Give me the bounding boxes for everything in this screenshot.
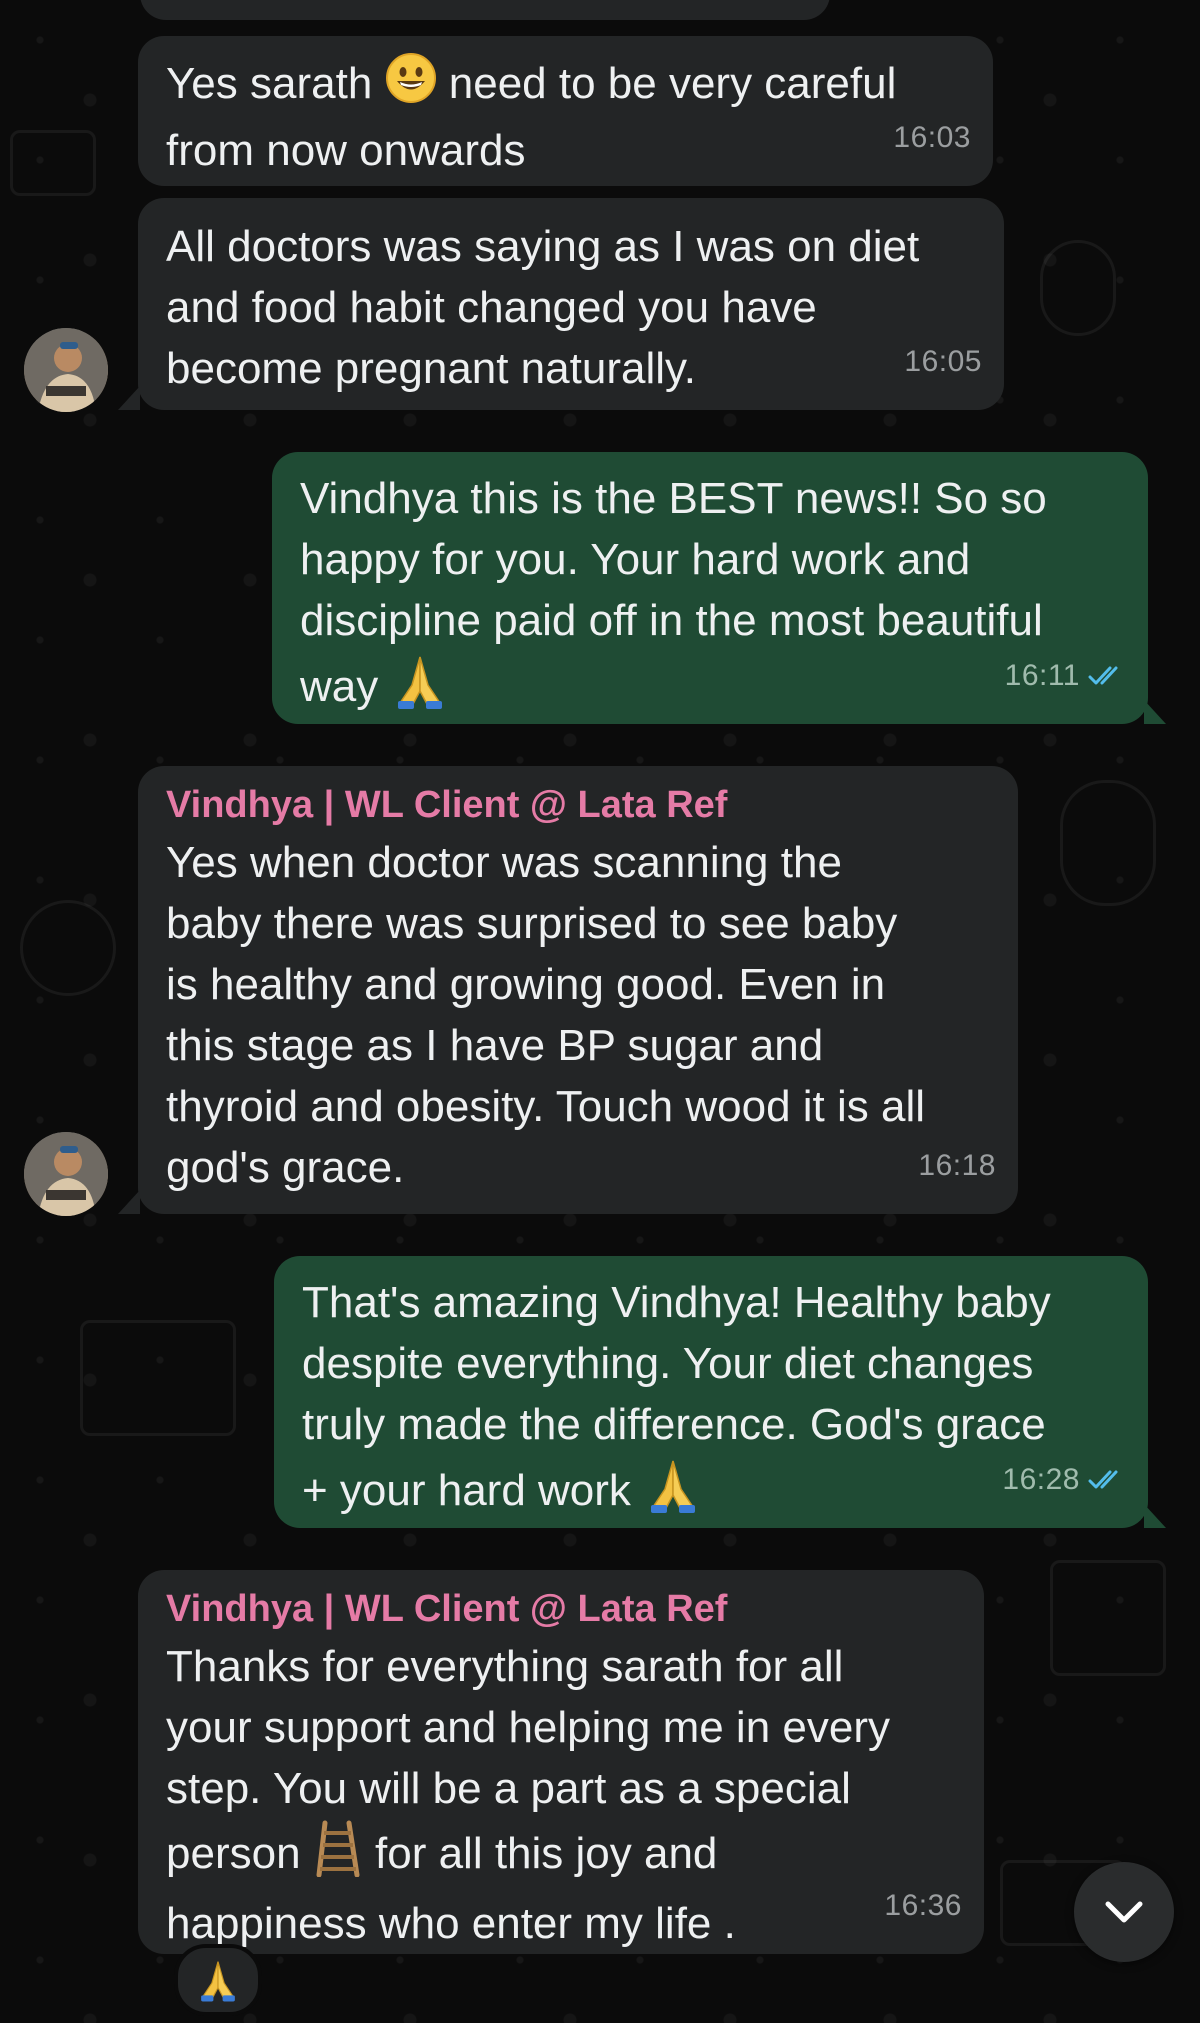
sender-name[interactable]: Vindhya | WL Client @ Lata Ref: [166, 778, 992, 832]
message-text: Yes when doctor was scanning the baby th…: [166, 838, 926, 1192]
message-timestamp: 16:28: [1002, 1449, 1126, 1510]
message-bubble-incoming[interactable]: Yes sarath need to be very careful from …: [138, 36, 993, 186]
message-text: All doctors was saying as I was on diet …: [166, 222, 920, 393]
message-timestamp: 16:05: [904, 345, 982, 378]
message-bubble-incoming[interactable]: Vindhya | WL Client @ Lata Ref Thanks fo…: [138, 1570, 984, 1954]
message-text: Thanks for everything sarath for all you…: [166, 1642, 890, 1948]
message-bubble-incoming[interactable]: All doctors was saying as I was on diet …: [138, 198, 1004, 410]
message-text: Yes sarath need to be very careful from …: [166, 53, 896, 175]
message-text: Vindhya this is the BEST news!! So so ha…: [300, 474, 1047, 711]
avatar-photo-icon: [24, 1132, 108, 1216]
background-doodle: [1060, 780, 1156, 906]
ladder-emoji-icon: [313, 1819, 363, 1893]
background-doodle: [1040, 240, 1116, 336]
background-doodle: [1050, 1560, 1166, 1676]
double-check-icon: [1088, 1470, 1118, 1488]
background-doodle: [10, 130, 96, 196]
message-timestamp: 16:36: [884, 1889, 962, 1922]
folded-hands-icon: [201, 1961, 235, 2002]
contact-avatar[interactable]: [24, 1132, 108, 1216]
bubble-tail: [1144, 700, 1166, 724]
message-reaction[interactable]: [174, 1944, 262, 2016]
avatar-photo-icon: [24, 328, 108, 412]
double-check-icon: [1088, 666, 1118, 684]
chat-area: Yes sarath need to be very careful from …: [0, 0, 1200, 2023]
bubble-tail: [118, 386, 140, 410]
message-timestamp: 16:11: [1005, 645, 1126, 706]
sender-name[interactable]: Vindhya | WL Client @ Lata Ref: [166, 1582, 958, 1636]
message-bubble-incoming[interactable]: [140, 0, 830, 20]
message-bubble-incoming[interactable]: Vindhya | WL Client @ Lata Ref Yes when …: [138, 766, 1018, 1214]
scroll-to-bottom-button[interactable]: [1074, 1862, 1174, 1962]
folded-hands-emoji-icon: [390, 651, 450, 727]
message-timestamp: 16:18: [918, 1149, 996, 1182]
bubble-tail: [1144, 1504, 1166, 1528]
grinning-face-emoji-icon: [385, 52, 437, 120]
folded-hands-emoji-icon: [643, 1455, 703, 1531]
chevron-down-icon: [1105, 1901, 1143, 1923]
contact-avatar[interactable]: [24, 328, 108, 412]
message-bubble-outgoing[interactable]: Vindhya this is the BEST news!! So so ha…: [272, 452, 1148, 724]
message-bubble-outgoing[interactable]: That's amazing Vindhya! Healthy baby des…: [274, 1256, 1148, 1528]
message-text: That's amazing Vindhya! Healthy baby des…: [302, 1278, 1051, 1515]
message-timestamp: 16:03: [893, 121, 971, 154]
background-doodle: [20, 900, 116, 996]
bubble-tail: [118, 1190, 140, 1214]
background-doodle: [80, 1320, 236, 1436]
